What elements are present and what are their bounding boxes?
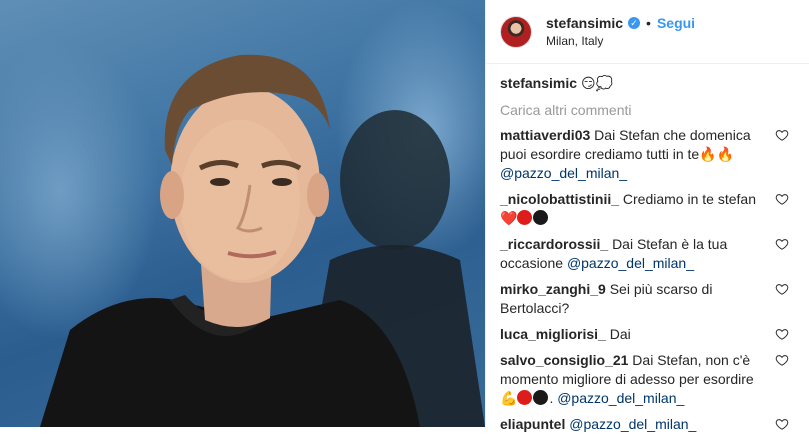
location-link[interactable]: Milan, Italy bbox=[546, 34, 695, 48]
post-photo[interactable] bbox=[0, 0, 485, 427]
comment-suffix: . bbox=[549, 390, 554, 406]
player-portrait-image bbox=[40, 54, 485, 427]
red-circle-emoji-icon bbox=[517, 210, 533, 225]
comment-username[interactable]: _riccardorossii_ bbox=[500, 236, 608, 252]
caption-username[interactable]: stefansimic bbox=[500, 75, 577, 91]
comment-item: eliapuntel @pazzo_del_milan_ bbox=[500, 415, 795, 434]
comment-username[interactable]: salvo_consiglio_21 bbox=[500, 352, 628, 368]
comment-item: salvo_consiglio_21 Dai Stefan, non c'è m… bbox=[500, 351, 795, 408]
comment-text: Dai bbox=[609, 326, 631, 342]
heart-outline-icon[interactable] bbox=[775, 192, 789, 206]
comment-username[interactable]: luca_migliorisi_ bbox=[500, 326, 606, 342]
heart-outline-icon[interactable] bbox=[775, 237, 789, 251]
post-header: stefansimic ✓ • Segui Milan, Italy bbox=[486, 0, 809, 64]
red-heart-emoji-icon: ❤️ bbox=[500, 210, 518, 226]
comment-username[interactable]: mirko_zanghi_9 bbox=[500, 281, 606, 297]
comment-username[interactable]: _nicolobattistinii_ bbox=[500, 191, 619, 207]
comment-item: mirko_zanghi_9 Sei più scarso di Bertola… bbox=[500, 280, 795, 318]
separator-dot: • bbox=[646, 15, 651, 31]
heart-outline-icon[interactable] bbox=[775, 128, 789, 142]
comments-panel: stefansimic ✓ • Segui Milan, Italy stefa… bbox=[485, 0, 809, 432]
heart-outline-icon[interactable] bbox=[775, 417, 789, 431]
author-username[interactable]: stefansimic bbox=[546, 15, 623, 31]
red-circle-emoji-icon bbox=[517, 390, 533, 405]
load-more-comments-button[interactable]: Carica altri commenti bbox=[500, 101, 795, 120]
heart-outline-icon[interactable] bbox=[775, 327, 789, 341]
comment-item: _riccardorossii_ Dai Stefan è la tua occ… bbox=[500, 235, 795, 273]
fire-emoji-icon: 🔥 bbox=[699, 146, 717, 162]
comment-item: luca_migliorisi_ Dai bbox=[500, 325, 795, 344]
mention-link[interactable]: @pazzo_del_milan_ bbox=[567, 255, 694, 271]
comment-item: _nicolobattistinii_ Crediamo in te stefa… bbox=[500, 190, 795, 228]
black-circle-emoji-icon bbox=[533, 390, 549, 405]
verified-badge-icon: ✓ bbox=[628, 17, 641, 29]
mention-link[interactable]: @pazzo_del_milan_ bbox=[569, 416, 696, 432]
fire-emoji-icon: 🔥 bbox=[716, 146, 735, 162]
caption-text: 😏💭 bbox=[580, 75, 613, 91]
mention-link[interactable]: @pazzo_del_milan_ bbox=[500, 165, 627, 181]
follow-button[interactable]: Segui bbox=[657, 15, 695, 31]
heart-outline-icon[interactable] bbox=[775, 353, 789, 367]
avatar[interactable] bbox=[500, 15, 532, 48]
comments-list: stefansimic 😏💭 Carica altri commenti mat… bbox=[486, 64, 809, 434]
comment-text: Crediamo in te stefan bbox=[622, 191, 756, 207]
post-caption: stefansimic 😏💭 bbox=[500, 74, 795, 93]
heart-outline-icon[interactable] bbox=[775, 282, 789, 296]
black-circle-emoji-icon bbox=[533, 210, 549, 225]
comment-item: mattiaverdi03 Dai Stefan che domenica pu… bbox=[500, 126, 795, 183]
comment-username[interactable]: eliapuntel bbox=[500, 416, 565, 432]
comment-username[interactable]: mattiaverdi03 bbox=[500, 127, 590, 143]
mention-link[interactable]: @pazzo_del_milan_ bbox=[557, 390, 684, 406]
muscle-emoji-icon: 💪 bbox=[500, 390, 518, 406]
instagram-post: stefansimic ✓ • Segui Milan, Italy stefa… bbox=[0, 0, 809, 432]
